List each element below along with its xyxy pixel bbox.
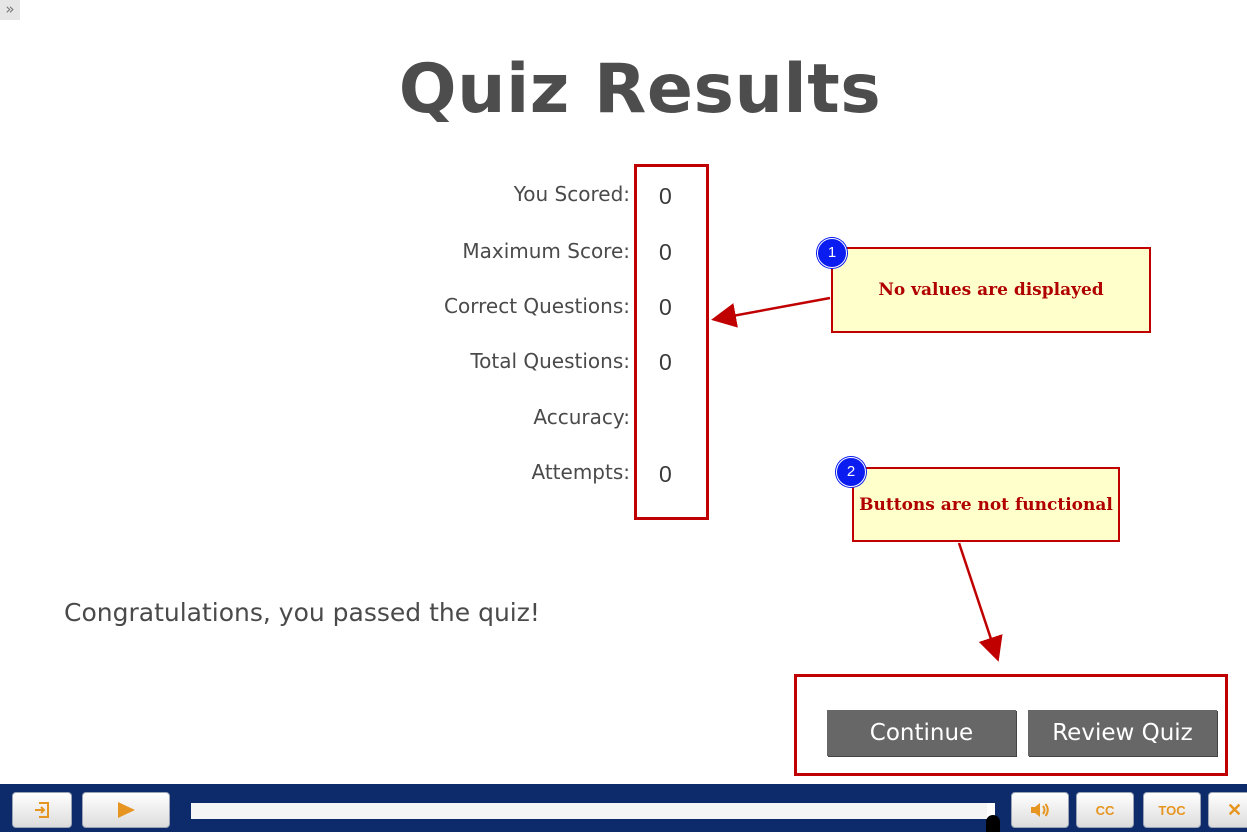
closed-captions-button[interactable]: CC — [1076, 792, 1134, 828]
review-quiz-button[interactable]: Review Quiz — [1028, 710, 1217, 756]
callout-badge-2: 2 — [836, 457, 866, 487]
callout-buttons-broken-text: Buttons are not functional — [859, 494, 1113, 515]
progress-fill — [191, 803, 987, 819]
toc-label: TOC — [1158, 802, 1186, 818]
pass-message: Congratulations, you passed the quiz! — [64, 598, 540, 627]
speaker-icon — [1031, 803, 1049, 817]
result-label-score: You Scored: — [513, 182, 630, 206]
callout-no-values-text: No values are displayed — [878, 280, 1104, 300]
progress-thumb[interactable] — [986, 815, 1000, 832]
result-label-correct: Correct Questions: — [444, 294, 630, 318]
expand-toggle-icon[interactable]: » — [0, 0, 20, 20]
close-icon: ✕ — [1227, 799, 1243, 820]
progress-bar[interactable] — [191, 803, 995, 819]
result-label-total: Total Questions: — [470, 349, 630, 373]
exit-icon — [35, 802, 49, 818]
play-icon — [118, 802, 135, 818]
result-label-accuracy: Accuracy: — [533, 405, 630, 429]
callout-no-values: No values are displayed — [831, 247, 1151, 333]
callout-badge-1: 1 — [817, 238, 847, 268]
cc-label: CC — [1095, 802, 1115, 818]
page-title: Quiz Results — [398, 50, 882, 129]
values-highlight-box — [634, 164, 709, 520]
exit-button[interactable] — [12, 792, 72, 828]
result-label-max-score: Maximum Score: — [462, 239, 630, 263]
continue-button[interactable]: Continue — [827, 710, 1016, 756]
callout-buttons-broken: Buttons are not functional — [852, 467, 1120, 542]
audio-button[interactable] — [1011, 792, 1069, 828]
play-button[interactable] — [82, 792, 170, 828]
result-label-attempts: Attempts: — [531, 460, 631, 484]
arrow-to-values — [711, 296, 831, 328]
close-button[interactable]: ✕ — [1208, 792, 1247, 828]
table-of-contents-button[interactable]: TOC — [1143, 792, 1201, 828]
arrow-to-buttons — [957, 542, 1003, 662]
